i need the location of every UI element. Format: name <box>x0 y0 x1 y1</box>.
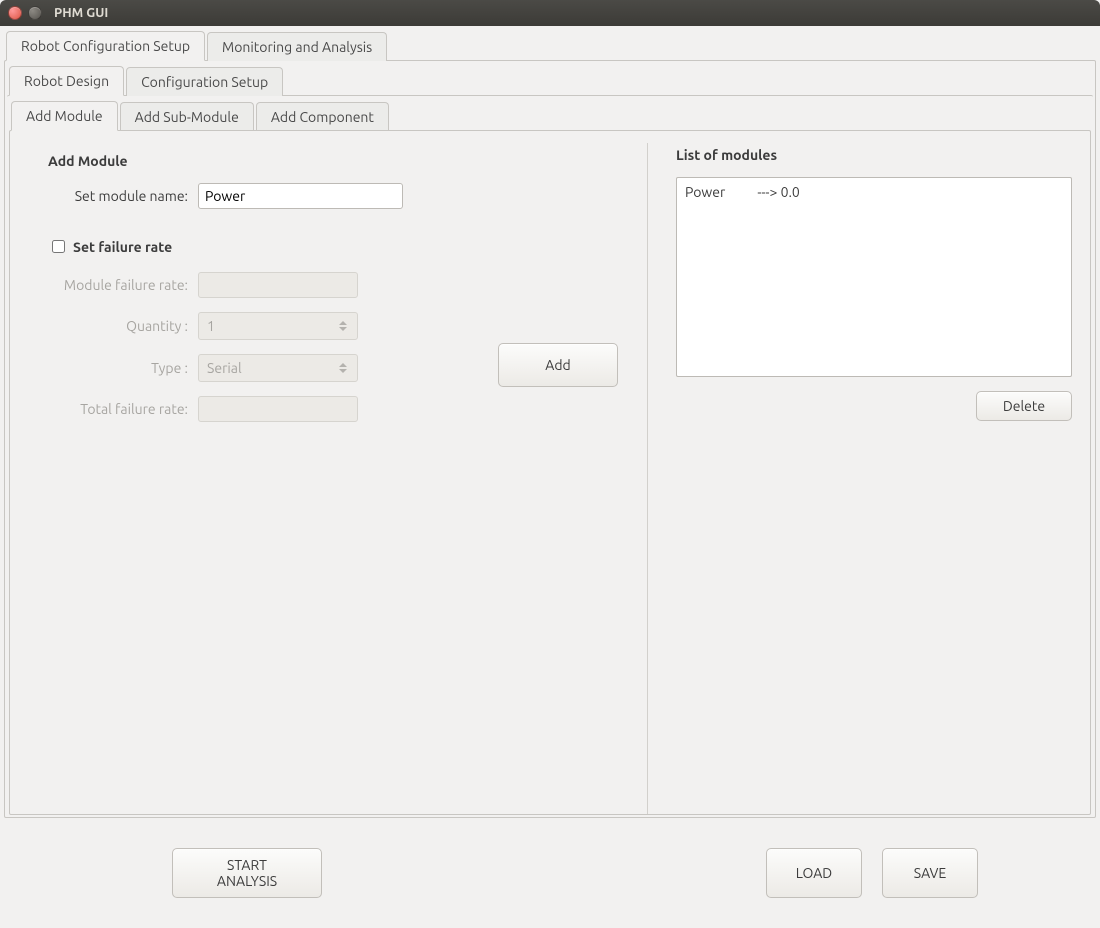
spinner-arrows-icon <box>339 315 353 337</box>
modules-heading: List of modules <box>676 147 1072 163</box>
tabs-mid: Robot Design Configuration Setup <box>5 61 1095 95</box>
app-shell: Robot Configuration Setup Monitoring and… <box>0 26 1100 928</box>
tab-add-module[interactable]: Add Module <box>11 101 118 131</box>
add-button[interactable]: Add <box>498 343 618 387</box>
set-failure-rate-label: Set failure rate <box>73 239 172 255</box>
chevron-down-icon <box>339 327 347 331</box>
total-failure-input <box>198 396 358 422</box>
list-item[interactable]: Power ---> 0.0 <box>685 184 1063 200</box>
type-select: Serial <box>198 354 358 382</box>
row-set-failure-rate: Set failure rate <box>48 237 647 256</box>
row-total-failure: Total failure rate: <box>48 396 647 422</box>
quantity-spinner: 1 <box>198 312 358 340</box>
quantity-label: Quantity : <box>48 318 188 334</box>
module-name-input[interactable] <box>198 183 403 209</box>
row-module-name: Set module name: <box>48 183 647 209</box>
module-failure-input <box>198 272 358 298</box>
content-area: Add Module Set module name: Set failure … <box>10 131 1090 814</box>
window-title: PHM GUI <box>54 6 108 20</box>
window-close-icon[interactable] <box>8 6 22 20</box>
window-minimize-icon[interactable] <box>28 6 42 20</box>
tabs-inner: Add Module Add Sub-Module Add Component <box>7 96 1093 130</box>
row-quantity: Quantity : 1 <box>48 312 647 340</box>
form-column: Add Module Set module name: Set failure … <box>28 143 648 814</box>
tab-monitoring-and-analysis[interactable]: Monitoring and Analysis <box>207 32 387 61</box>
total-failure-label: Total failure rate: <box>48 401 188 417</box>
type-label: Type : <box>48 360 188 376</box>
start-analysis-button[interactable]: START ANALYSIS <box>172 848 322 898</box>
footer: START ANALYSIS LOAD SAVE <box>0 818 1100 928</box>
modules-actions: Delete <box>676 391 1072 421</box>
tab-add-sub-module[interactable]: Add Sub-Module <box>120 102 254 131</box>
tab-robot-configuration-setup[interactable]: Robot Configuration Setup <box>6 31 205 61</box>
load-button[interactable]: LOAD <box>766 848 862 898</box>
form-heading: Add Module <box>48 153 647 169</box>
modules-listbox[interactable]: Power ---> 0.0 <box>676 177 1072 377</box>
tab-configuration-setup[interactable]: Configuration Setup <box>126 67 283 96</box>
tabs-top: Robot Configuration Setup Monitoring and… <box>0 26 1100 60</box>
quantity-value: 1 <box>207 318 215 334</box>
combo-arrows-icon <box>339 357 353 379</box>
module-failure-label: Module failure rate: <box>48 277 188 293</box>
tab-robot-design[interactable]: Robot Design <box>9 66 124 96</box>
module-name-label: Set module name: <box>48 188 188 204</box>
chevron-up-icon <box>339 363 347 367</box>
titlebar: PHM GUI <box>0 0 1100 26</box>
tab-add-component[interactable]: Add Component <box>256 102 389 131</box>
chevron-up-icon <box>339 321 347 325</box>
save-button[interactable]: SAVE <box>882 848 978 898</box>
type-value: Serial <box>207 360 242 376</box>
top-tab-body: Robot Design Configuration Setup Add Mod… <box>4 60 1096 818</box>
chevron-down-icon <box>339 369 347 373</box>
delete-button[interactable]: Delete <box>976 391 1072 421</box>
mid-tab-body: Add Module Add Sub-Module Add Component … <box>7 95 1093 817</box>
inner-tab-body: Add Module Set module name: Set failure … <box>9 130 1091 815</box>
row-module-failure: Module failure rate: <box>48 272 647 298</box>
set-failure-rate-checkbox[interactable] <box>52 240 65 253</box>
modules-column: List of modules Power ---> 0.0 Delete <box>648 143 1072 814</box>
